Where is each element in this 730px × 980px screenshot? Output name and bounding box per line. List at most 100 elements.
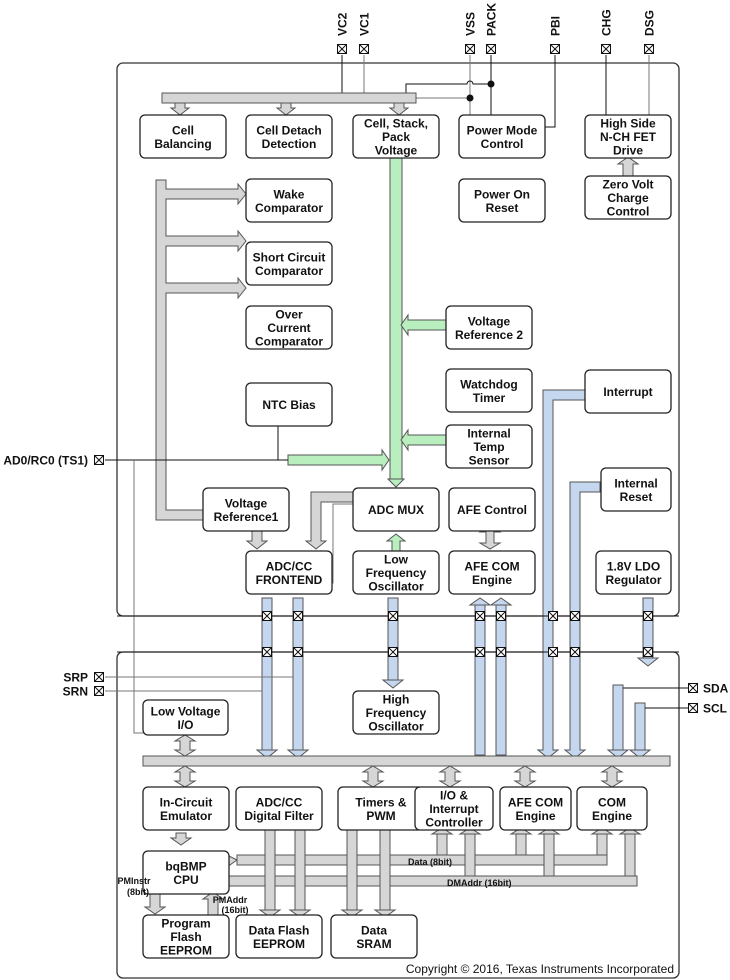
lf-osc-block: LowFrequencyOscillator xyxy=(352,550,440,595)
com-engine-block-label: COM xyxy=(598,795,626,809)
high-side-fet-block-label: Drive xyxy=(613,144,643,158)
pin-vss: VSS xyxy=(464,12,478,54)
power-on-reset-block-label: Reset xyxy=(486,201,519,215)
vref1-block-label: Reference1 xyxy=(214,510,279,524)
data-bus-label: Data (8bit) xyxy=(408,857,452,867)
ntc-bias-block-label: NTC Bias xyxy=(262,398,316,412)
zero-volt-block-label: Charge xyxy=(607,191,649,205)
afe-control-block: AFE Control xyxy=(448,487,536,532)
adc-filter-block-label: ADC/CC xyxy=(256,795,303,809)
internal-reset-block-label: Reset xyxy=(620,490,653,504)
cell-detach-block: Cell DetachDetection xyxy=(245,114,333,159)
zero-volt-block-label: Control xyxy=(607,205,650,219)
data-flash-block: Data FlashEEPROM xyxy=(235,914,323,959)
com-engine-block-label: Engine xyxy=(592,809,632,823)
cell-detach-block-label: Cell Detach xyxy=(256,123,321,137)
pin-label: SRN xyxy=(63,685,88,699)
pin-srp: SRP xyxy=(63,671,104,685)
pin-ad0-rc0-ts1-: AD0/RC0 (TS1) xyxy=(3,454,104,468)
bus-to-block-tap xyxy=(513,765,537,788)
lvio-bus-tap xyxy=(173,734,197,757)
power-mode-block-label: Power Mode xyxy=(467,123,538,137)
high-side-fet-block: High SideN-CH FETDrive xyxy=(584,114,672,159)
pin-label: SDA xyxy=(703,682,729,696)
data-sram-block-label: Data xyxy=(361,923,387,937)
over-current-block: OverCurrentComparator xyxy=(245,305,333,350)
wake-comp-block: WakeComparator xyxy=(245,178,333,223)
pin-label: VSS xyxy=(464,12,478,36)
isolation-crossing xyxy=(293,647,303,657)
pin-chg: CHG xyxy=(600,9,614,54)
io-int-block-label: Interrupt xyxy=(429,802,478,816)
io-int-block: I/O &InterruptController xyxy=(414,786,494,831)
pin-label: VC1 xyxy=(358,12,372,36)
hf-osc-block-label: Oscillator xyxy=(368,720,424,734)
comparator-bus xyxy=(155,179,247,527)
isolation-crossing xyxy=(496,611,506,621)
io-int-block-label: I/O & xyxy=(440,789,468,803)
pin-pack: PACK xyxy=(485,3,499,54)
short-circuit-block-label: Short Circuit xyxy=(253,250,326,264)
vref2-block-label: Reference 2 xyxy=(455,328,523,342)
adc-frontend-block-label: FRONTEND xyxy=(256,573,323,587)
zero-volt-block-label: Zero Volt xyxy=(602,178,653,192)
pminstr-label: PMInstr (8bit) xyxy=(117,876,151,897)
isolation-crossing xyxy=(262,611,272,621)
data-flash-block-label: Data Flash xyxy=(249,923,310,937)
afe-com-block: AFE COMEngine xyxy=(448,550,536,595)
hf-osc-block: HighFrequencyOscillator xyxy=(352,690,440,735)
adc-frontend-block: ADC/CCFRONTEND xyxy=(245,550,333,595)
ldo-block-label: Regulator xyxy=(605,573,661,587)
io-int-block-label: Controller xyxy=(425,816,483,830)
hf-osc-block-label: High xyxy=(383,693,410,707)
right-pins: SDA SCL xyxy=(688,682,729,716)
adc-filter-block: ADC/CCDigital Filter xyxy=(235,786,323,831)
vref1-block: VoltageReference1 xyxy=(202,487,290,532)
watchdog-block-label: Watchdog xyxy=(460,377,518,391)
lv-io-block: Low VoltageI/O xyxy=(142,699,229,736)
short-circuit-block: Short CircuitComparator xyxy=(245,241,333,286)
afe-com2-block: AFE COMEngine xyxy=(499,786,572,831)
power-on-reset-block: Power OnReset xyxy=(458,178,546,223)
isolation-crossing xyxy=(570,647,580,657)
wake-comp-block-label: Comparator xyxy=(255,201,323,215)
temp-sensor-block-label: Internal xyxy=(467,427,510,441)
isolation-crossing xyxy=(262,647,272,657)
vref1-block-label: Voltage xyxy=(225,496,268,510)
lv-io-block-label: I/O xyxy=(177,718,193,732)
adc-mux-block-label: ADC MUX xyxy=(368,503,424,517)
pin-srn: SRN xyxy=(63,685,104,699)
pin-scl: SCL xyxy=(688,702,727,716)
afe-com2-block-label: AFE COM xyxy=(508,795,563,809)
adc-mux-block: ADC MUX xyxy=(352,487,440,532)
lv-io-block-label: Low Voltage xyxy=(151,704,221,718)
wake-comp-block-label: Wake xyxy=(274,187,305,201)
high-side-fet-block-label: High Side xyxy=(600,117,656,131)
zero-volt-block: Zero VoltChargeControl xyxy=(584,175,672,220)
ice-block: In-CircuitEmulator xyxy=(142,786,230,831)
internal-reset-block-label: Internal xyxy=(614,476,657,490)
isolation-crossing xyxy=(570,611,580,621)
temp-sensor-block-label: Temp xyxy=(473,440,504,454)
interrupt-block-label: Interrupt xyxy=(603,385,652,399)
dmaddr-bus-label: DMAddr (16bit) xyxy=(447,878,512,888)
vref2-block-label: Voltage xyxy=(468,314,511,328)
isolation-crossing xyxy=(388,647,398,657)
left-pins: AD0/RC0 (TS1) SRPSRN xyxy=(3,454,104,699)
ice-block-label: In-Circuit xyxy=(160,795,213,809)
data-flash-block-label: EEPROM xyxy=(253,937,305,951)
data-sram-block-label: SRAM xyxy=(356,937,391,951)
watchdog-block-label: Timer xyxy=(473,391,506,405)
over-current-block-label: Over xyxy=(275,308,303,322)
afe-control-block-label: AFE Control xyxy=(457,503,527,517)
timers-block-label: PWM xyxy=(366,809,395,823)
pin-vc1: VC1 xyxy=(358,12,372,54)
power-mode-block: Power ModeControl xyxy=(458,114,546,159)
cell-stack-block-label: Pack xyxy=(382,130,410,144)
power-on-reset-block-label: Power On xyxy=(474,187,530,201)
lf-osc-block-label: Oscillator xyxy=(368,580,424,594)
temp-sensor-block: InternalTempSensor xyxy=(445,424,533,469)
adc-frontend-block-label: ADC/CC xyxy=(266,559,313,573)
isolation-crossing xyxy=(475,611,485,621)
bus-to-block-tap xyxy=(600,765,624,788)
